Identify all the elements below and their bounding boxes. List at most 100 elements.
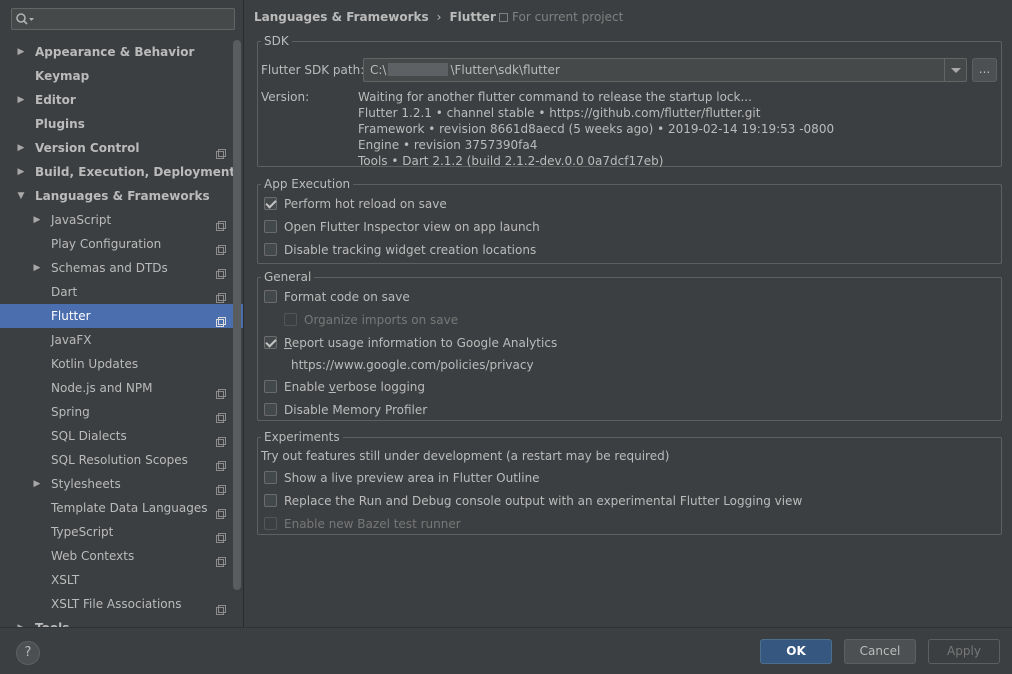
chevron-down-icon[interactable] — [944, 59, 966, 81]
format-code-checkbox[interactable] — [264, 290, 277, 303]
hot-reload-label[interactable]: Perform hot reload on save — [284, 196, 447, 212]
inspector-label[interactable]: Open Flutter Inspector view on app launc… — [284, 219, 540, 235]
inspector-checkbox[interactable] — [264, 220, 277, 233]
sdk-path-value: C:\ \Flutter\sdk\flutter — [370, 63, 560, 77]
experiments-group-title: Experiments — [261, 429, 343, 445]
sidebar-item-editor[interactable]: ▶ Editor — [0, 88, 243, 112]
sidebar-item-kotlin-updates[interactable]: Kotlin Updates — [0, 352, 243, 376]
tracking-label[interactable]: Disable tracking widget creation locatio… — [284, 242, 536, 258]
format-code-label[interactable]: Format code on save — [284, 289, 410, 305]
organize-imports-checkbox — [284, 313, 297, 326]
sidebar-item-label: Dart — [51, 285, 78, 299]
browse-sdk-button[interactable]: ... — [972, 58, 997, 82]
memory-profiler-checkbox[interactable] — [264, 403, 277, 416]
sidebar-item-languages-frameworks[interactable]: ▼ Languages & Frameworks — [0, 184, 243, 208]
project-scope-icon — [216, 239, 226, 255]
sidebar-item-xslt[interactable]: XSLT — [0, 568, 243, 592]
analytics-label[interactable]: Report usage information to Google Analy… — [284, 335, 557, 351]
sidebar-item-dart[interactable]: Dart — [0, 280, 243, 304]
live-preview-checkbox[interactable] — [264, 471, 277, 484]
logging-view-checkbox[interactable] — [264, 494, 277, 507]
project-scope-icon — [216, 479, 226, 495]
bazel-runner-label: Enable new Bazel test runner — [284, 517, 461, 531]
general-group-title: General — [261, 269, 315, 285]
sidebar-item-javafx[interactable]: JavaFX — [0, 328, 243, 352]
project-scope-icon — [216, 215, 226, 231]
sidebar-item-sql-dialects[interactable]: SQL Dialects — [0, 424, 243, 448]
breadcrumb-separator: › — [436, 10, 442, 24]
sidebar-item-flutter[interactable]: Flutter — [0, 304, 243, 328]
collapsed-arrow-icon[interactable]: ▶ — [15, 88, 27, 112]
collapsed-arrow-icon[interactable]: ▶ — [15, 136, 27, 160]
collapsed-arrow-icon[interactable]: ▶ — [31, 208, 43, 232]
sidebar-item-play-configuration[interactable]: Play Configuration — [0, 232, 243, 256]
sidebar-item-label: Spring — [51, 405, 90, 419]
live-preview-label[interactable]: Show a live preview area in Flutter Outl… — [284, 470, 540, 486]
sidebar-item-javascript[interactable]: ▶ JavaScript — [0, 208, 243, 232]
project-scope-icon — [216, 599, 226, 615]
sidebar-item-build-execution-deployment[interactable]: ▶ Build, Execution, Deployment — [0, 160, 243, 184]
sidebar-item-plugins[interactable]: Plugins — [0, 112, 243, 136]
version-line: Flutter 1.2.1 • channel stable • https:/… — [358, 106, 761, 120]
sidebar-item-spring[interactable]: Spring — [0, 400, 243, 424]
sidebar-item-tools[interactable]: ▶ Tools — [0, 616, 243, 627]
help-button[interactable]: ? — [16, 641, 40, 665]
logging-view-label[interactable]: Replace the Run and Debug console output… — [284, 493, 802, 509]
verbose-logging-label[interactable]: Enable verbose logging — [284, 379, 425, 395]
collapsed-arrow-icon[interactable]: ▶ — [15, 616, 27, 627]
app-execution-group: App Execution Perform hot reload on save… — [257, 176, 1002, 264]
app-execution-group-title: App Execution — [261, 176, 354, 192]
experiments-group: Experiments Try out features still under… — [257, 429, 1002, 535]
sidebar-item-label: JavaFX — [51, 333, 92, 347]
sidebar-item-version-control[interactable]: ▶ Version Control — [0, 136, 243, 160]
version-label: Version: — [261, 90, 310, 104]
tracking-checkbox[interactable] — [264, 243, 277, 256]
sidebar-item-sql-resolution-scopes[interactable]: SQL Resolution Scopes — [0, 448, 243, 472]
sidebar-item-node-js-and-npm[interactable]: Node.js and NPM — [0, 376, 243, 400]
project-scope-icon — [216, 407, 226, 423]
verbose-logging-checkbox[interactable] — [264, 380, 277, 393]
sidebar-item-template-data-languages[interactable]: Template Data Languages — [0, 496, 243, 520]
sidebar-item-label: Languages & Frameworks — [35, 189, 210, 203]
sidebar-item-label: Template Data Languages — [51, 501, 208, 515]
breadcrumb: Languages & Frameworks › Flutter For curre… — [254, 9, 623, 25]
search-input[interactable] — [11, 8, 235, 30]
project-scope-icon — [216, 503, 226, 519]
privacy-link[interactable]: https://www.google.com/policies/privacy — [291, 357, 534, 373]
version-line: Waiting for another flutter command to r… — [358, 90, 752, 104]
sidebar-item-typescript[interactable]: TypeScript — [0, 520, 243, 544]
collapsed-arrow-icon[interactable]: ▶ — [31, 472, 43, 496]
sidebar-item-label: Keymap — [35, 69, 90, 83]
breadcrumb-parent: Languages & Frameworks — [254, 10, 429, 24]
memory-profiler-label[interactable]: Disable Memory Profiler — [284, 402, 427, 418]
ok-button[interactable]: OK — [760, 639, 832, 664]
expanded-arrow-icon[interactable]: ▼ — [15, 184, 27, 208]
analytics-checkbox[interactable] — [264, 336, 277, 349]
collapsed-arrow-icon[interactable]: ▶ — [15, 40, 27, 64]
sidebar-scrollbar[interactable] — [233, 40, 241, 590]
search-icon — [16, 13, 34, 25]
sidebar-item-label: Stylesheets — [51, 477, 121, 491]
sidebar-item-web-contexts[interactable]: Web Contexts — [0, 544, 243, 568]
sidebar-item-stylesheets[interactable]: ▶ Stylesheets — [0, 472, 243, 496]
settings-panel: Languages & Frameworks › Flutter For curre… — [245, 0, 1012, 627]
hot-reload-checkbox[interactable] — [264, 197, 277, 210]
project-scope-note: For current project — [499, 9, 623, 25]
redacted-path-segment — [388, 63, 449, 76]
sidebar-item-label: Node.js and NPM — [51, 381, 153, 395]
sidebar-item-label: Web Contexts — [51, 549, 135, 563]
experiments-description: Try out features still under development… — [261, 449, 670, 463]
version-info: Waiting for another flutter command to r… — [358, 89, 834, 169]
sdk-path-combobox[interactable]: C:\ \Flutter\sdk\flutter — [363, 58, 967, 82]
sidebar-item-label: Plugins — [35, 117, 85, 131]
sidebar-item-label: XSLT — [51, 573, 80, 587]
sidebar-item-appearance-behavior[interactable]: ▶ Appearance & Behavior — [0, 40, 243, 64]
sidebar-item-schemas-and-dtds[interactable]: ▶ Schemas and DTDs — [0, 256, 243, 280]
sidebar-item-xslt-file-associations[interactable]: XSLT File Associations — [0, 592, 243, 616]
sidebar-item-keymap[interactable]: Keymap — [0, 64, 243, 88]
project-scope-icon — [216, 143, 226, 159]
cancel-button[interactable]: Cancel — [844, 639, 916, 664]
apply-button[interactable]: Apply — [928, 639, 1000, 664]
collapsed-arrow-icon[interactable]: ▶ — [15, 160, 27, 184]
collapsed-arrow-icon[interactable]: ▶ — [31, 256, 43, 280]
